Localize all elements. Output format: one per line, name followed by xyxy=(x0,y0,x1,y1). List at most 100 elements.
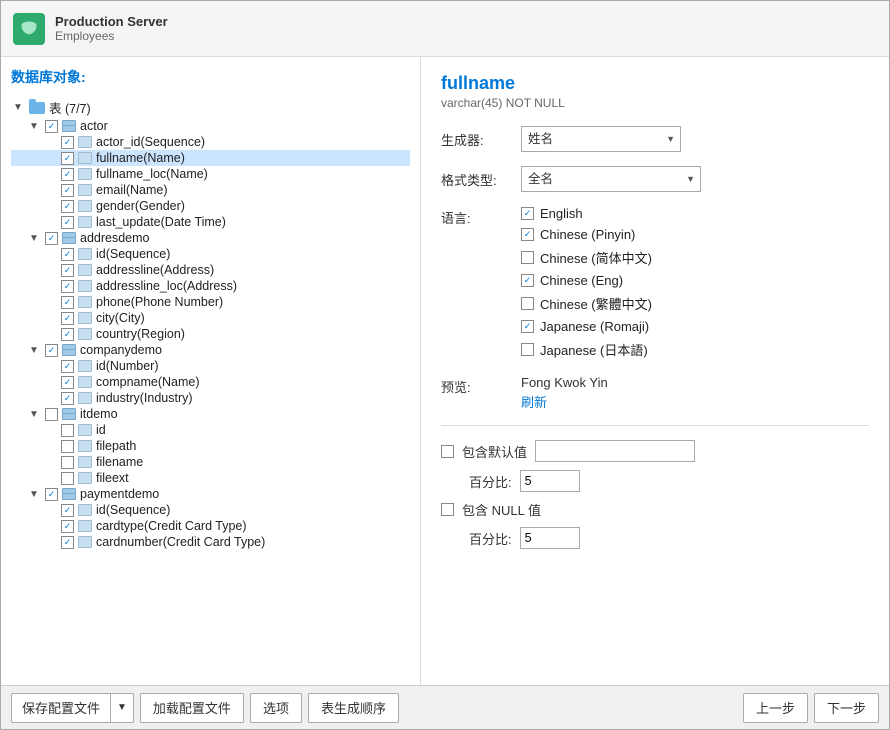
filename-checkbox[interactable] xyxy=(61,456,74,469)
addresdemo-checkbox[interactable]: ✓ xyxy=(45,232,58,245)
field-filepath[interactable]: filepath xyxy=(11,438,410,454)
options-button[interactable]: 选项 xyxy=(250,693,302,723)
include-null-checkbox[interactable] xyxy=(441,503,454,516)
companydemo-checkbox[interactable]: ✓ xyxy=(45,344,58,357)
table-companydemo[interactable]: ▼ ✓ companydemo xyxy=(11,342,410,358)
table-itdemo[interactable]: ▼ itdemo xyxy=(11,406,410,422)
generate-order-button[interactable]: 表生成顺序 xyxy=(308,693,399,723)
field-cardtype[interactable]: ✓ cardtype(Credit Card Type) xyxy=(11,518,410,534)
company-id-checkbox[interactable]: ✓ xyxy=(61,360,74,373)
default-value-input[interactable] xyxy=(535,440,695,462)
table-paymentdemo[interactable]: ▼ ✓ paymentdemo xyxy=(11,486,410,502)
filepath-checkbox[interactable] xyxy=(61,440,74,453)
table-actor[interactable]: ▼ ✓ actor xyxy=(11,118,410,134)
field-gender[interactable]: ✓ gender(Gender) xyxy=(11,198,410,214)
save-config-arrow[interactable]: ▼ xyxy=(110,693,134,723)
email-checkbox[interactable]: ✓ xyxy=(61,184,74,197)
lang-japanese-romaji-checkbox[interactable]: ✓ xyxy=(521,320,534,333)
lang-japanese-label: Japanese (日本語) xyxy=(540,340,648,359)
generator-select[interactable]: 姓名 xyxy=(521,126,681,152)
field-payment-id[interactable]: ✓ id(Sequence) xyxy=(11,502,410,518)
preview-label: 预览: xyxy=(441,375,511,411)
addressline-checkbox[interactable]: ✓ xyxy=(61,264,74,277)
cardnumber-checkbox[interactable]: ✓ xyxy=(61,536,74,549)
collapse-icon[interactable]: ▼ xyxy=(11,101,25,115)
gender-checkbox[interactable]: ✓ xyxy=(61,200,74,213)
main-window: Production Server Employees 数据库对象: ▼ 表 (… xyxy=(0,0,890,730)
field-cardnumber[interactable]: ✓ cardnumber(Credit Card Type) xyxy=(11,534,410,550)
load-config-button[interactable]: 加载配置文件 xyxy=(140,693,244,723)
field-email[interactable]: ✓ email(Name) xyxy=(11,182,410,198)
format-type-select[interactable]: 全名 xyxy=(521,166,701,192)
paymentdemo-label: paymentdemo xyxy=(80,487,159,501)
fullname-loc-checkbox[interactable]: ✓ xyxy=(61,168,74,181)
expand-icon[interactable]: ▼ xyxy=(27,119,41,133)
table-group-root[interactable]: ▼ 表 (7/7) xyxy=(11,97,410,118)
window-subtitle: Employees xyxy=(55,29,168,43)
title-text: Production Server Employees xyxy=(55,14,168,43)
addressline-loc-checkbox[interactable]: ✓ xyxy=(61,280,74,293)
fullname-checkbox[interactable]: ✓ xyxy=(61,152,74,165)
table-addresdemo[interactable]: ▼ ✓ addresdemo xyxy=(11,230,410,246)
lang-item-chinese-traditional[interactable]: Chinese (繁體中文) xyxy=(521,294,652,313)
expand-icon[interactable]: ▼ xyxy=(27,343,41,357)
lang-item-english[interactable]: ✓ English xyxy=(521,206,652,221)
field-industry[interactable]: ✓ industry(Industry) xyxy=(11,390,410,406)
lang-item-japanese-romaji[interactable]: ✓ Japanese (Romaji) xyxy=(521,319,652,334)
lang-item-chinese-pinyin[interactable]: ✓ Chinese (Pinyin) xyxy=(521,227,652,242)
include-default-checkbox[interactable] xyxy=(441,445,454,458)
field-addressline[interactable]: ✓ addressline(Address) xyxy=(11,262,410,278)
expand-icon[interactable]: ▼ xyxy=(27,231,41,245)
phone-checkbox[interactable]: ✓ xyxy=(61,296,74,309)
field-fullname[interactable]: ✓ fullname(Name) xyxy=(11,150,410,166)
field-fullname-loc[interactable]: ✓ fullname_loc(Name) xyxy=(11,166,410,182)
lang-chinese-pinyin-checkbox[interactable]: ✓ xyxy=(521,228,534,241)
payment-id-checkbox[interactable]: ✓ xyxy=(61,504,74,517)
spacer xyxy=(43,391,57,405)
field-company-id[interactable]: ✓ id(Number) xyxy=(11,358,410,374)
lang-chinese-traditional-checkbox[interactable] xyxy=(521,297,534,310)
refresh-link[interactable]: 刷新 xyxy=(521,392,608,411)
last-update-checkbox[interactable]: ✓ xyxy=(61,216,74,229)
compname-checkbox[interactable]: ✓ xyxy=(61,376,74,389)
save-config-button[interactable]: 保存配置文件 xyxy=(11,693,110,723)
field-actor-id[interactable]: ✓ actor_id(Sequence) xyxy=(11,134,410,150)
back-button[interactable]: 上一步 xyxy=(743,693,808,723)
lang-item-japanese[interactable]: Japanese (日本語) xyxy=(521,340,652,359)
actor-checkbox[interactable]: ✓ xyxy=(45,120,58,133)
field-compname[interactable]: ✓ compname(Name) xyxy=(11,374,410,390)
lang-item-chinese-simplified[interactable]: Chinese (简体中文) xyxy=(521,248,652,267)
field-addressline-loc[interactable]: ✓ addressline_loc(Address) xyxy=(11,278,410,294)
itdemo-checkbox[interactable] xyxy=(45,408,58,421)
city-checkbox[interactable]: ✓ xyxy=(61,312,74,325)
fileext-checkbox[interactable] xyxy=(61,472,74,485)
null-percent-input[interactable] xyxy=(520,527,580,549)
country-checkbox[interactable]: ✓ xyxy=(61,328,74,341)
field-filename[interactable]: filename xyxy=(11,454,410,470)
lang-chinese-eng-checkbox[interactable]: ✓ xyxy=(521,274,534,287)
industry-checkbox[interactable]: ✓ xyxy=(61,392,74,405)
lang-item-chinese-eng[interactable]: ✓ Chinese (Eng) xyxy=(521,273,652,288)
field-addr-id[interactable]: ✓ id(Sequence) xyxy=(11,246,410,262)
preview-content: Fong Kwok Yin 刷新 xyxy=(521,375,608,411)
field-phone[interactable]: ✓ phone(Phone Number) xyxy=(11,294,410,310)
last-update-label: last_update(Date Time) xyxy=(96,215,226,229)
lang-japanese-checkbox[interactable] xyxy=(521,343,534,356)
field-fileext[interactable]: fileext xyxy=(11,470,410,486)
addr-id-checkbox[interactable]: ✓ xyxy=(61,248,74,261)
field-country[interactable]: ✓ country(Region) xyxy=(11,326,410,342)
default-percent-input[interactable] xyxy=(520,470,580,492)
lang-english-checkbox[interactable]: ✓ xyxy=(521,207,534,220)
next-button[interactable]: 下一步 xyxy=(814,693,879,723)
expand-icon[interactable]: ▼ xyxy=(27,407,41,421)
paymentdemo-checkbox[interactable]: ✓ xyxy=(45,488,58,501)
expand-icon[interactable]: ▼ xyxy=(27,487,41,501)
lang-chinese-simplified-checkbox[interactable] xyxy=(521,251,534,264)
actor-id-checkbox[interactable]: ✓ xyxy=(61,136,74,149)
include-null-row: 包含 NULL 值 xyxy=(441,500,869,519)
it-id-checkbox[interactable] xyxy=(61,424,74,437)
cardtype-checkbox[interactable]: ✓ xyxy=(61,520,74,533)
field-last-update[interactable]: ✓ last_update(Date Time) xyxy=(11,214,410,230)
field-city[interactable]: ✓ city(City) xyxy=(11,310,410,326)
field-it-id[interactable]: id xyxy=(11,422,410,438)
